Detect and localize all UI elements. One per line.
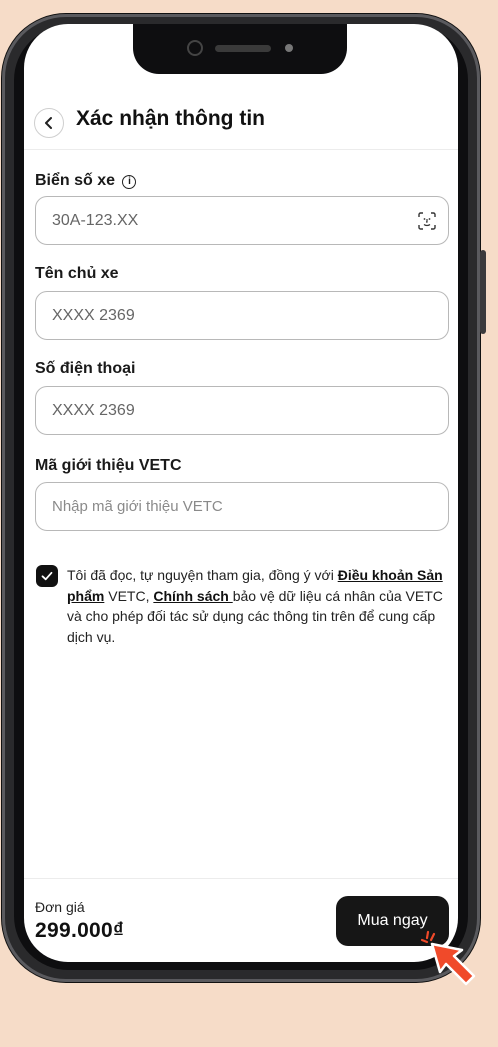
- consent-text: Tôi đã đọc, tự nguyện tham gia, đồng ý v…: [67, 565, 447, 647]
- plate-input[interactable]: 30A-123.XX: [35, 196, 449, 245]
- price-label: Đơn giá: [35, 899, 85, 915]
- owner-value: XXXX 2369: [52, 306, 135, 324]
- owner-input[interactable]: XXXX 2369: [35, 291, 449, 340]
- policy-link[interactable]: Chính sách: [153, 588, 232, 604]
- phone-input[interactable]: XXXX 2369: [35, 386, 449, 435]
- face-scan-icon[interactable]: [418, 212, 436, 230]
- owner-label: Tên chủ xe: [35, 265, 119, 282]
- consent-checkbox[interactable]: [36, 565, 58, 587]
- referral-input[interactable]: Nhập mã giới thiệu VETC: [35, 482, 449, 531]
- notch: [133, 24, 347, 74]
- side-button: [480, 250, 486, 334]
- phone-label: Số điện thoại: [35, 360, 136, 377]
- consent-text-2: VETC,: [104, 587, 154, 604]
- front-camera-icon: [187, 40, 203, 56]
- plate-label: Biển số xe i: [35, 172, 137, 190]
- checkmark-icon: [41, 571, 53, 581]
- referral-placeholder: Nhập mã giới thiệu VETC: [52, 498, 223, 515]
- footer-bar: Đơn giá 299.000₫ Mua ngay: [24, 878, 458, 962]
- consent-text-1: Tôi đã đọc, tự nguyện tham gia, đồng ý v…: [67, 567, 338, 583]
- proximity-sensor: [285, 44, 293, 52]
- plate-label-text: Biển số xe: [35, 172, 116, 189]
- chevron-left-icon: [45, 117, 52, 129]
- pointer-cursor-icon: [420, 930, 476, 986]
- info-icon[interactable]: i: [122, 175, 137, 189]
- page-title: Xác nhận thông tin: [76, 107, 265, 130]
- phone-screen: Xác nhận thông tin Biển số xe i 30A-123.…: [24, 24, 458, 962]
- plate-value: 30A-123.XX: [52, 211, 139, 229]
- phone-value: XXXX 2369: [52, 401, 135, 419]
- price-value: 299.000₫: [35, 919, 125, 942]
- header: Xác nhận thông tin: [24, 100, 458, 150]
- back-button[interactable]: [34, 108, 64, 138]
- referral-label: Mã giới thiệu VETC: [35, 457, 182, 474]
- speaker-grille: [215, 45, 271, 52]
